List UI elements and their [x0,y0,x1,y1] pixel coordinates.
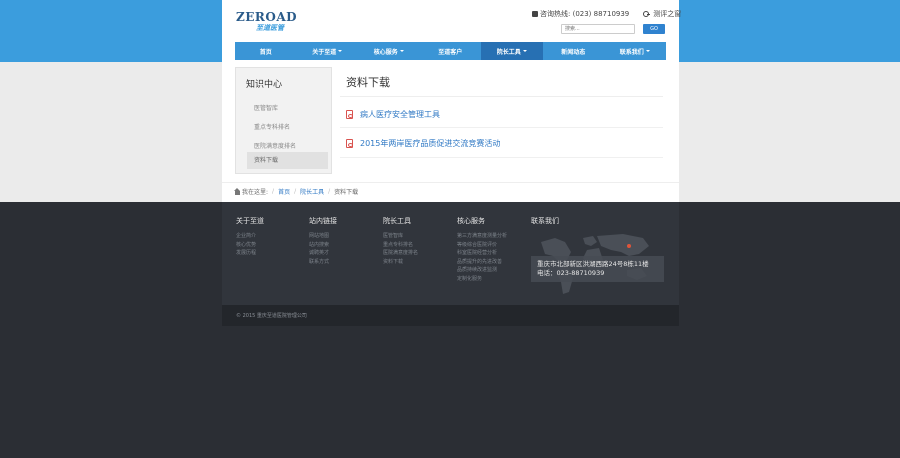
content-divider [340,96,663,97]
search-input[interactable] [561,24,635,34]
nav-item-5[interactable]: 新闻动态 [543,42,605,60]
nav-item-label: 关于至道 [312,48,337,56]
copyright-bar: © 2015 重庆至道医院管理公司 [222,305,679,326]
footer-link[interactable]: 联系方式 [309,258,337,267]
nav-item-label: 新闻动态 [561,48,586,56]
nav-item-3[interactable]: 至道客户 [420,42,482,60]
footer-link[interactable]: 医院满意度排名 [383,249,418,258]
sidebar-item-0[interactable]: 医管智库 [247,100,328,117]
footer-column-title: 站内链接 [309,217,337,225]
footer-link[interactable]: 站内搜索 [309,241,337,250]
caret-down-icon [338,50,343,52]
footer-column-title: 核心服务 [457,217,485,225]
caret-down-icon [522,50,527,52]
nav-item-2[interactable]: 核心服务 [358,42,420,60]
breadcrumb-separator: / [272,188,275,195]
footer-link[interactable]: 网站地图 [309,232,337,241]
phone-icon [532,11,538,17]
document-item: 病人医疗安全管理工具 [346,108,440,120]
copyright-text: © 2015 重庆至道医院管理公司 [236,313,307,319]
sidebar-item-3[interactable]: 资料下载 [247,152,328,169]
footer-link[interactable]: 企业简介 [236,232,264,241]
sidebar-item-1[interactable]: 重点专科排名 [247,119,328,136]
breadcrumb-item[interactable]: 首页 [278,187,290,196]
breadcrumb: 我在这里: / 首页 / 院长工具 / 资料下载 [234,187,359,196]
breadcrumb-item: 资料下载 [334,189,359,196]
document-item: 2015年两岸医疗品质促进交流竞赛活动 [346,137,500,149]
footer: 关于至道企业简介 核心优势 发展历程 站内链接网站地图 站内搜索 诚聘英才 联系方式 院长工具… [222,202,679,305]
nav-item-label: 核心服务 [373,48,398,56]
caret-down-icon [399,50,404,52]
contact-box: 重庆市北部新区洪湖西路24号8栋11楼 电话：023-88710939 [531,256,664,282]
main-nav: 首页 关于至道 核心服务 至道客户 院长工具 新闻动态 联系我们 [235,42,666,60]
footer-link[interactable]: 品质提升的先进改善 [457,258,507,267]
nav-item-6[interactable]: 联系我们 [604,42,666,60]
footer-link[interactable]: 科室医院经营分析 [457,249,507,258]
pdf-icon [346,138,353,148]
footer-column-2: 院长工具医管智库 重点专科排名 医院满意度排名 资料下载 [383,216,418,266]
breadcrumb-separator: / [294,188,297,195]
nav-item-label: 院长工具 [496,48,521,56]
home-icon [234,187,240,195]
caret-down-icon [645,50,650,52]
hotline-text: 咨询热线: (023) 88710939 [540,10,630,18]
search-button[interactable]: GO [643,24,665,34]
nav-item-label: 联系我们 [619,48,644,56]
contact-phone: 电话：023-88710939 [537,269,605,277]
content-title: 资料下载 [346,76,390,89]
footer-link[interactable]: 品质持续改进监测 [457,266,507,275]
document-divider [340,127,663,128]
footer-link[interactable]: 医管智库 [383,232,418,241]
nav-item-0[interactable]: 首页 [235,42,297,60]
footer-column-title: 关于至道 [236,217,264,225]
footer-link[interactable]: 重点专科排名 [383,241,418,250]
tools-link[interactable]: 测评之窗 [653,9,681,19]
nav-item-label: 至道客户 [438,48,463,56]
nav-item-4[interactable]: 院长工具 [481,42,543,60]
footer-column-3: 核心服务第三方满意度测量分析 等级综合医院评价 科室医院经营分析 品质提升的先进改善品… [457,216,507,284]
footer-link[interactable]: 核心优势 [236,241,264,250]
footer-link[interactable]: 诚聘英才 [309,249,337,258]
logo-sub-text: 至道医管 [256,24,284,32]
footer-link[interactable]: 定制化服务 [457,275,507,284]
nav-item-label: 首页 [259,48,272,56]
document-link[interactable]: 病人医疗安全管理工具 [360,109,440,120]
nav-item-1[interactable]: 关于至道 [297,42,359,60]
key-icon [643,11,651,17]
footer-link[interactable]: 等级综合医院评价 [457,241,507,250]
header-hotline: 咨询热线: (023) 88710939 测评之窗 [532,9,681,19]
contact-address: 重庆市北部新区洪湖西路24号8栋11楼 [537,260,649,268]
breadcrumb-separator: / [328,188,331,195]
breadcrumb-prefix: 我在这里: [242,189,269,196]
footer-column-0: 关于至道企业简介 核心优势 发展历程 [236,216,264,258]
breadcrumb-divider [222,182,679,183]
pdf-icon [346,109,353,119]
footer-contact-title: 联系我们 [531,217,559,225]
footer-link[interactable]: 发展历程 [236,249,264,258]
sidebar-title: 知识中心 [246,80,283,90]
logo[interactable]: ZEROAD 至道医管 [236,10,298,35]
sidebar: 知识中心 医管智库 重点专科排名 医院满意度排名 资料下载 [235,67,332,174]
footer-column-title: 院长工具 [383,217,411,225]
footer-column-1: 站内链接网站地图 站内搜索 诚聘英才 联系方式 [309,216,337,266]
document-divider [340,157,663,158]
document-link[interactable]: 2015年两岸医疗品质促进交流竞赛活动 [360,138,500,149]
footer-link[interactable]: 资料下载 [383,258,418,267]
logo-main-text: ZEROAD [236,10,298,24]
footer-link[interactable]: 第三方满意度测量分析 [457,232,507,241]
breadcrumb-item[interactable]: 院长工具 [300,187,324,196]
